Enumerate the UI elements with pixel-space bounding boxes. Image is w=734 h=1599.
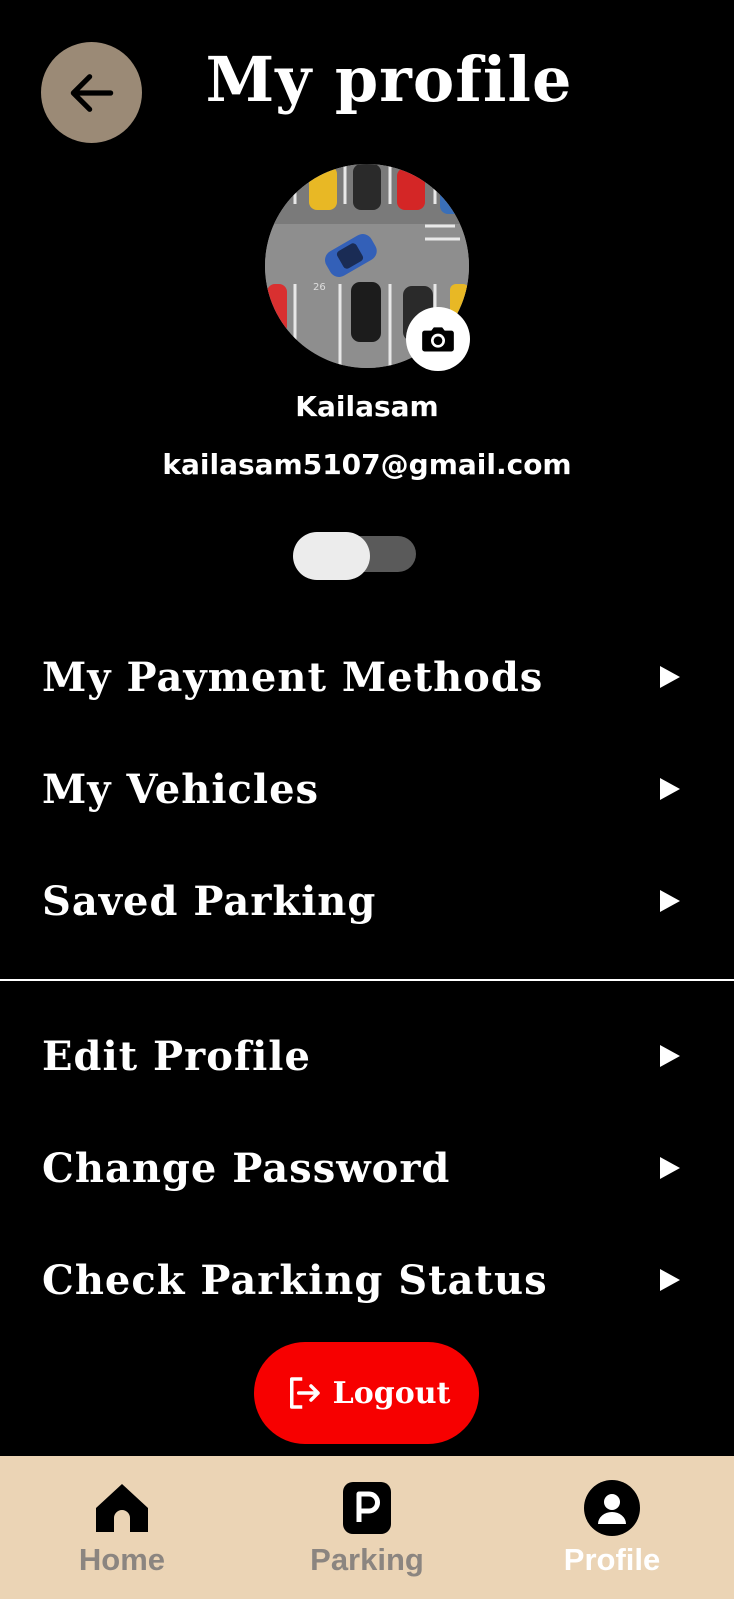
chevron-right-icon	[660, 890, 680, 912]
menu-item-label: Saved Parking	[42, 878, 377, 925]
logout-icon	[289, 1377, 320, 1409]
menu-item-label: Check Parking Status	[42, 1257, 548, 1304]
menu-item-payment-methods[interactable]: My Payment Methods	[0, 646, 734, 746]
theme-toggle[interactable]	[293, 532, 416, 580]
chevron-right-icon	[660, 1269, 680, 1291]
profile-screen: My profile 26 Kailasam kailasam5107@gmai…	[0, 0, 734, 1599]
nav-item-profile[interactable]: Profile	[512, 1456, 712, 1599]
nav-label: Profile	[563, 1542, 661, 1577]
page-title: My profile	[205, 43, 573, 116]
chevron-right-icon	[660, 666, 680, 688]
camera-icon	[422, 327, 454, 352]
nav-item-parking[interactable]: Parking	[267, 1456, 467, 1599]
toggle-knob	[293, 532, 370, 580]
user-name: Kailasam	[295, 390, 439, 423]
svg-text:26: 26	[313, 282, 326, 293]
menu-item-saved-parking[interactable]: Saved Parking	[0, 870, 734, 970]
logout-label: Logout	[332, 1375, 451, 1411]
menu-item-label: My Vehicles	[42, 766, 320, 813]
home-icon	[96, 1484, 148, 1532]
user-email: kailasam5107@gmail.com	[162, 448, 572, 481]
logout-button[interactable]: Logout	[254, 1342, 479, 1444]
chevron-right-icon	[660, 778, 680, 800]
change-photo-button[interactable]	[406, 307, 470, 371]
menu-item-edit-profile[interactable]: Edit Profile	[0, 1025, 734, 1125]
bottom-nav: Home Parking Profile	[0, 1456, 734, 1599]
parking-icon	[343, 1482, 391, 1534]
chevron-right-icon	[660, 1045, 680, 1067]
menu-item-label: Edit Profile	[42, 1033, 311, 1080]
menu-item-my-vehicles[interactable]: My Vehicles	[0, 758, 734, 858]
user-icon	[584, 1480, 640, 1536]
nav-item-home[interactable]: Home	[22, 1456, 222, 1599]
divider	[0, 979, 734, 981]
menu-item-change-password[interactable]: Change Password	[0, 1137, 734, 1237]
chevron-right-icon	[660, 1157, 680, 1179]
nav-label: Home	[78, 1542, 166, 1577]
menu-item-label: My Payment Methods	[42, 654, 544, 701]
menu-item-label: Change Password	[42, 1145, 451, 1192]
menu-item-check-parking-status[interactable]: Check Parking Status	[0, 1249, 734, 1349]
nav-label: Parking	[310, 1542, 424, 1577]
